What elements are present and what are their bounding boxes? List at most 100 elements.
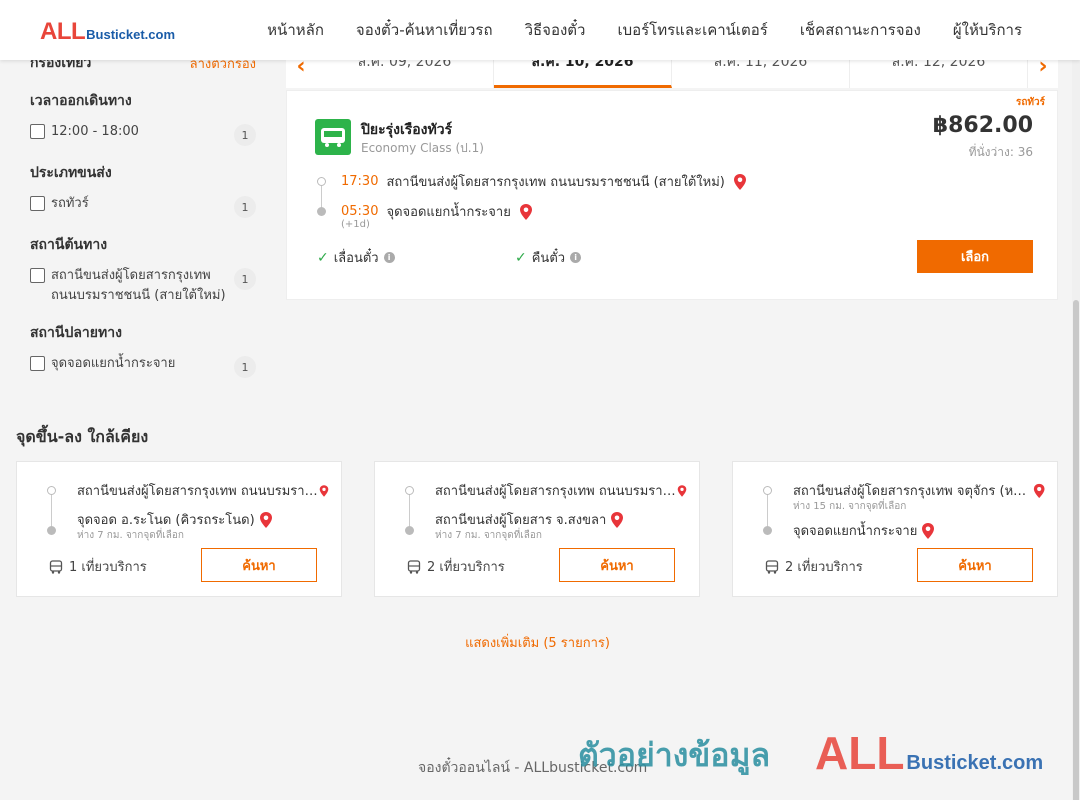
filter-group-title: สถานีต้นทาง [30, 237, 108, 253]
filter-group-destination: สถานีปลายทาง จุดจอดแยกน้ำกระจาย 1 [30, 322, 256, 378]
nearby-trip-count-label: 2 เที่ยวบริการ [785, 560, 863, 575]
operator-name: ปิยะรุ่งเรืองทัวร์ [361, 122, 453, 138]
map-pin-icon[interactable] [610, 511, 624, 528]
site-logo[interactable]: ALL Busticket.com [40, 18, 175, 46]
nearby-origin-name: สถานีขนส่งผู้โดยสารกรุงเทพ ถนนบรมราชชนนี… [435, 484, 677, 499]
info-icon[interactable]: i [383, 252, 395, 263]
filter-option-label: 12:00 - 18:00 [51, 124, 139, 139]
nearby-search-button[interactable]: ค้นหา [559, 548, 675, 582]
filter-option-label: สถานีขนส่งผู้โดยสารกรุงเทพ ถนนบรมราชชนนี… [51, 268, 226, 303]
route-destination-dot [405, 526, 414, 535]
nearby-trip-count: 1 เที่ยวบริการ [49, 556, 147, 577]
filter-option[interactable]: 12:00 - 18:00 1 [30, 122, 256, 146]
arrival-time: 05:30 [341, 204, 379, 219]
scrollbar-thumb[interactable] [1073, 300, 1079, 800]
filter-count-badge: 1 [234, 196, 256, 218]
nav-check-booking[interactable]: เช็คสถานะการจอง [800, 18, 921, 42]
transport-tag: รถทัวร์ [1015, 97, 1045, 108]
nav-how-to-book[interactable]: วิธีจองตั๋ว [525, 18, 586, 42]
watermark-logo-rest: Busticket.com [906, 752, 1044, 774]
filter-count-badge: 1 [234, 268, 256, 290]
trip-card: รถทัวร์ ปิยะรุ่งเรืองทัวร์ Economy Class… [286, 90, 1058, 300]
filter-option[interactable]: จุดจอดแยกน้ำกระจาย 1 [30, 354, 256, 378]
map-pin-icon[interactable] [519, 203, 533, 220]
info-icon[interactable]: i [570, 252, 582, 263]
route-destination-dot [763, 526, 772, 535]
logo-all-text: ALL [40, 18, 86, 45]
nearby-destination: จุดจอดแยกน้ำกระจาย [793, 520, 1045, 541]
bus-icon [321, 128, 345, 147]
route-origin-dot [47, 486, 56, 495]
bus-icon [49, 559, 63, 574]
route-destination-dot [47, 526, 56, 535]
filter-option-label: รถทัวร์ [51, 196, 89, 211]
route-origin-dot [763, 486, 772, 495]
watermark-logo: ALL Busticket.com [815, 726, 1043, 780]
departure-row: 17:30 สถานีขนส่งผู้โดยสารกรุงเทพ ถนนบรมร… [341, 171, 747, 192]
filter-checkbox[interactable] [30, 124, 45, 139]
nearby-origin-name: สถานีขนส่งผู้โดยสารกรุงเทพ ถนนบรมราชชนนี… [77, 484, 319, 499]
filter-group-title: ประเภทขนส่ง [30, 165, 112, 181]
refund-ticket-label: คืนตั๋ว [531, 251, 566, 266]
nearby-trip-count-label: 1 เที่ยวบริการ [69, 560, 147, 575]
filter-count-badge: 1 [234, 356, 256, 378]
filter-option-label: จุดจอดแยกน้ำกระจาย [51, 356, 176, 371]
map-pin-icon[interactable] [677, 483, 687, 499]
nearby-card: สถานีขนส่งผู้โดยสารกรุงเทพ จตุจักร (หมอช… [732, 461, 1058, 597]
sample-watermark-text: ตัวอย่างข้อมูล [578, 736, 771, 774]
show-more-link[interactable]: แสดงเพิ่มเติม (5 รายการ) [0, 632, 1075, 653]
seats-available: ที่นั่งว่าง: 36 [968, 145, 1033, 159]
trip-price: ฿862.00 [932, 113, 1033, 138]
map-pin-icon[interactable] [1033, 483, 1045, 499]
route-origin-dot [317, 177, 326, 186]
bus-icon [765, 559, 779, 574]
nearby-search-button[interactable]: ค้นหา [917, 548, 1033, 582]
select-trip-button[interactable]: เลือก [917, 240, 1033, 273]
filter-option[interactable]: สถานีขนส่งผู้โดยสารกรุงเทพ ถนนบรมราชชนนี… [30, 266, 256, 306]
filter-group-origin: สถานีต้นทาง สถานีขนส่งผู้โดยสารกรุงเทพ ถ… [30, 234, 256, 306]
nav-book-search[interactable]: จองตั๋ว-ค้นหาเที่ยวรถ [356, 18, 493, 42]
route-origin-dot [405, 486, 414, 495]
nav-contacts[interactable]: เบอร์โทรและเคาน์เตอร์ [617, 18, 767, 42]
bus-icon [407, 559, 421, 574]
filter-panel: กรองเที่ยว ล้างตัวกรอง เวลาออกเดินทาง 12… [30, 52, 256, 378]
nearby-card: สถานีขนส่งผู้โดยสารกรุงเทพ ถนนบรมราชชนนี… [374, 461, 700, 597]
filter-count-badge: 1 [234, 124, 256, 146]
nearby-trip-count-label: 2 เที่ยวบริการ [427, 560, 505, 575]
filter-group-title: เวลาออกเดินทาง [30, 93, 132, 109]
site-header: ALL Busticket.com หน้าหลัก จองตั๋ว-ค้นหา… [0, 0, 1080, 60]
map-pin-icon[interactable] [259, 511, 273, 528]
filter-option[interactable]: รถทัวร์ 1 [30, 194, 256, 218]
nearby-origin: สถานีขนส่งผู้โดยสารกรุงเทพ ถนนบรมราชชนนี… [435, 480, 687, 501]
nearby-distance: ห่าง 7 กม. จากจุดที่เลือก [435, 530, 542, 541]
filter-group-transport-type: ประเภทขนส่ง รถทัวร์ 1 [30, 162, 256, 218]
nearby-origin: สถานีขนส่งผู้โดยสารกรุงเทพ จตุจักร (หมอช… [793, 480, 1045, 501]
map-pin-icon[interactable] [921, 522, 935, 539]
arrival-station: จุดจอดแยกน้ำกระจาย [386, 205, 511, 220]
nearby-trip-count: 2 เที่ยวบริการ [765, 556, 863, 577]
filter-checkbox[interactable] [30, 196, 45, 211]
check-icon: ✓ [317, 249, 329, 266]
nav-operators[interactable]: ผู้ให้บริการ [953, 18, 1022, 42]
nearby-origin-name: สถานีขนส่งผู้โดยสารกรุงเทพ จตุจักร (หมอช… [793, 484, 1033, 499]
nearby-search-button[interactable]: ค้นหา [201, 548, 317, 582]
nearby-destination-name: สถานีขนส่งผู้โดยสาร จ.สงขลา [435, 513, 607, 528]
departure-time: 17:30 [341, 174, 379, 189]
nearby-distance: ห่าง 15 กม. จากจุดที่เลือก [793, 501, 907, 512]
nearby-destination-name: จุดจอด อ.ระโนด (คิวรถระโนด) [77, 513, 255, 528]
filter-group-title: สถานีปลายทาง [30, 325, 122, 341]
route-destination-dot [317, 207, 326, 216]
nearby-origin: สถานีขนส่งผู้โดยสารกรุงเทพ ถนนบรมราชชนนี… [77, 480, 329, 501]
page-scrollbar[interactable] [1072, 60, 1080, 800]
map-pin-icon[interactable] [319, 483, 329, 499]
nearby-destination-name: จุดจอดแยกน้ำกระจาย [793, 524, 918, 539]
seat-class: Economy Class (ป.1) [361, 141, 484, 155]
change-ticket-label: เลื่อนตั๋ว [333, 251, 379, 266]
refund-ticket-policy: ✓ คืนตั๋ว i [515, 247, 582, 268]
filter-checkbox[interactable] [30, 356, 45, 371]
nav-home[interactable]: หน้าหลัก [267, 18, 324, 42]
filter-group-departure-time: เวลาออกเดินทาง 12:00 - 18:00 1 [30, 90, 256, 146]
map-pin-icon[interactable] [733, 173, 747, 190]
filter-checkbox[interactable] [30, 268, 45, 283]
nearby-card: สถานีขนส่งผู้โดยสารกรุงเทพ ถนนบรมราชชนนี… [16, 461, 342, 597]
